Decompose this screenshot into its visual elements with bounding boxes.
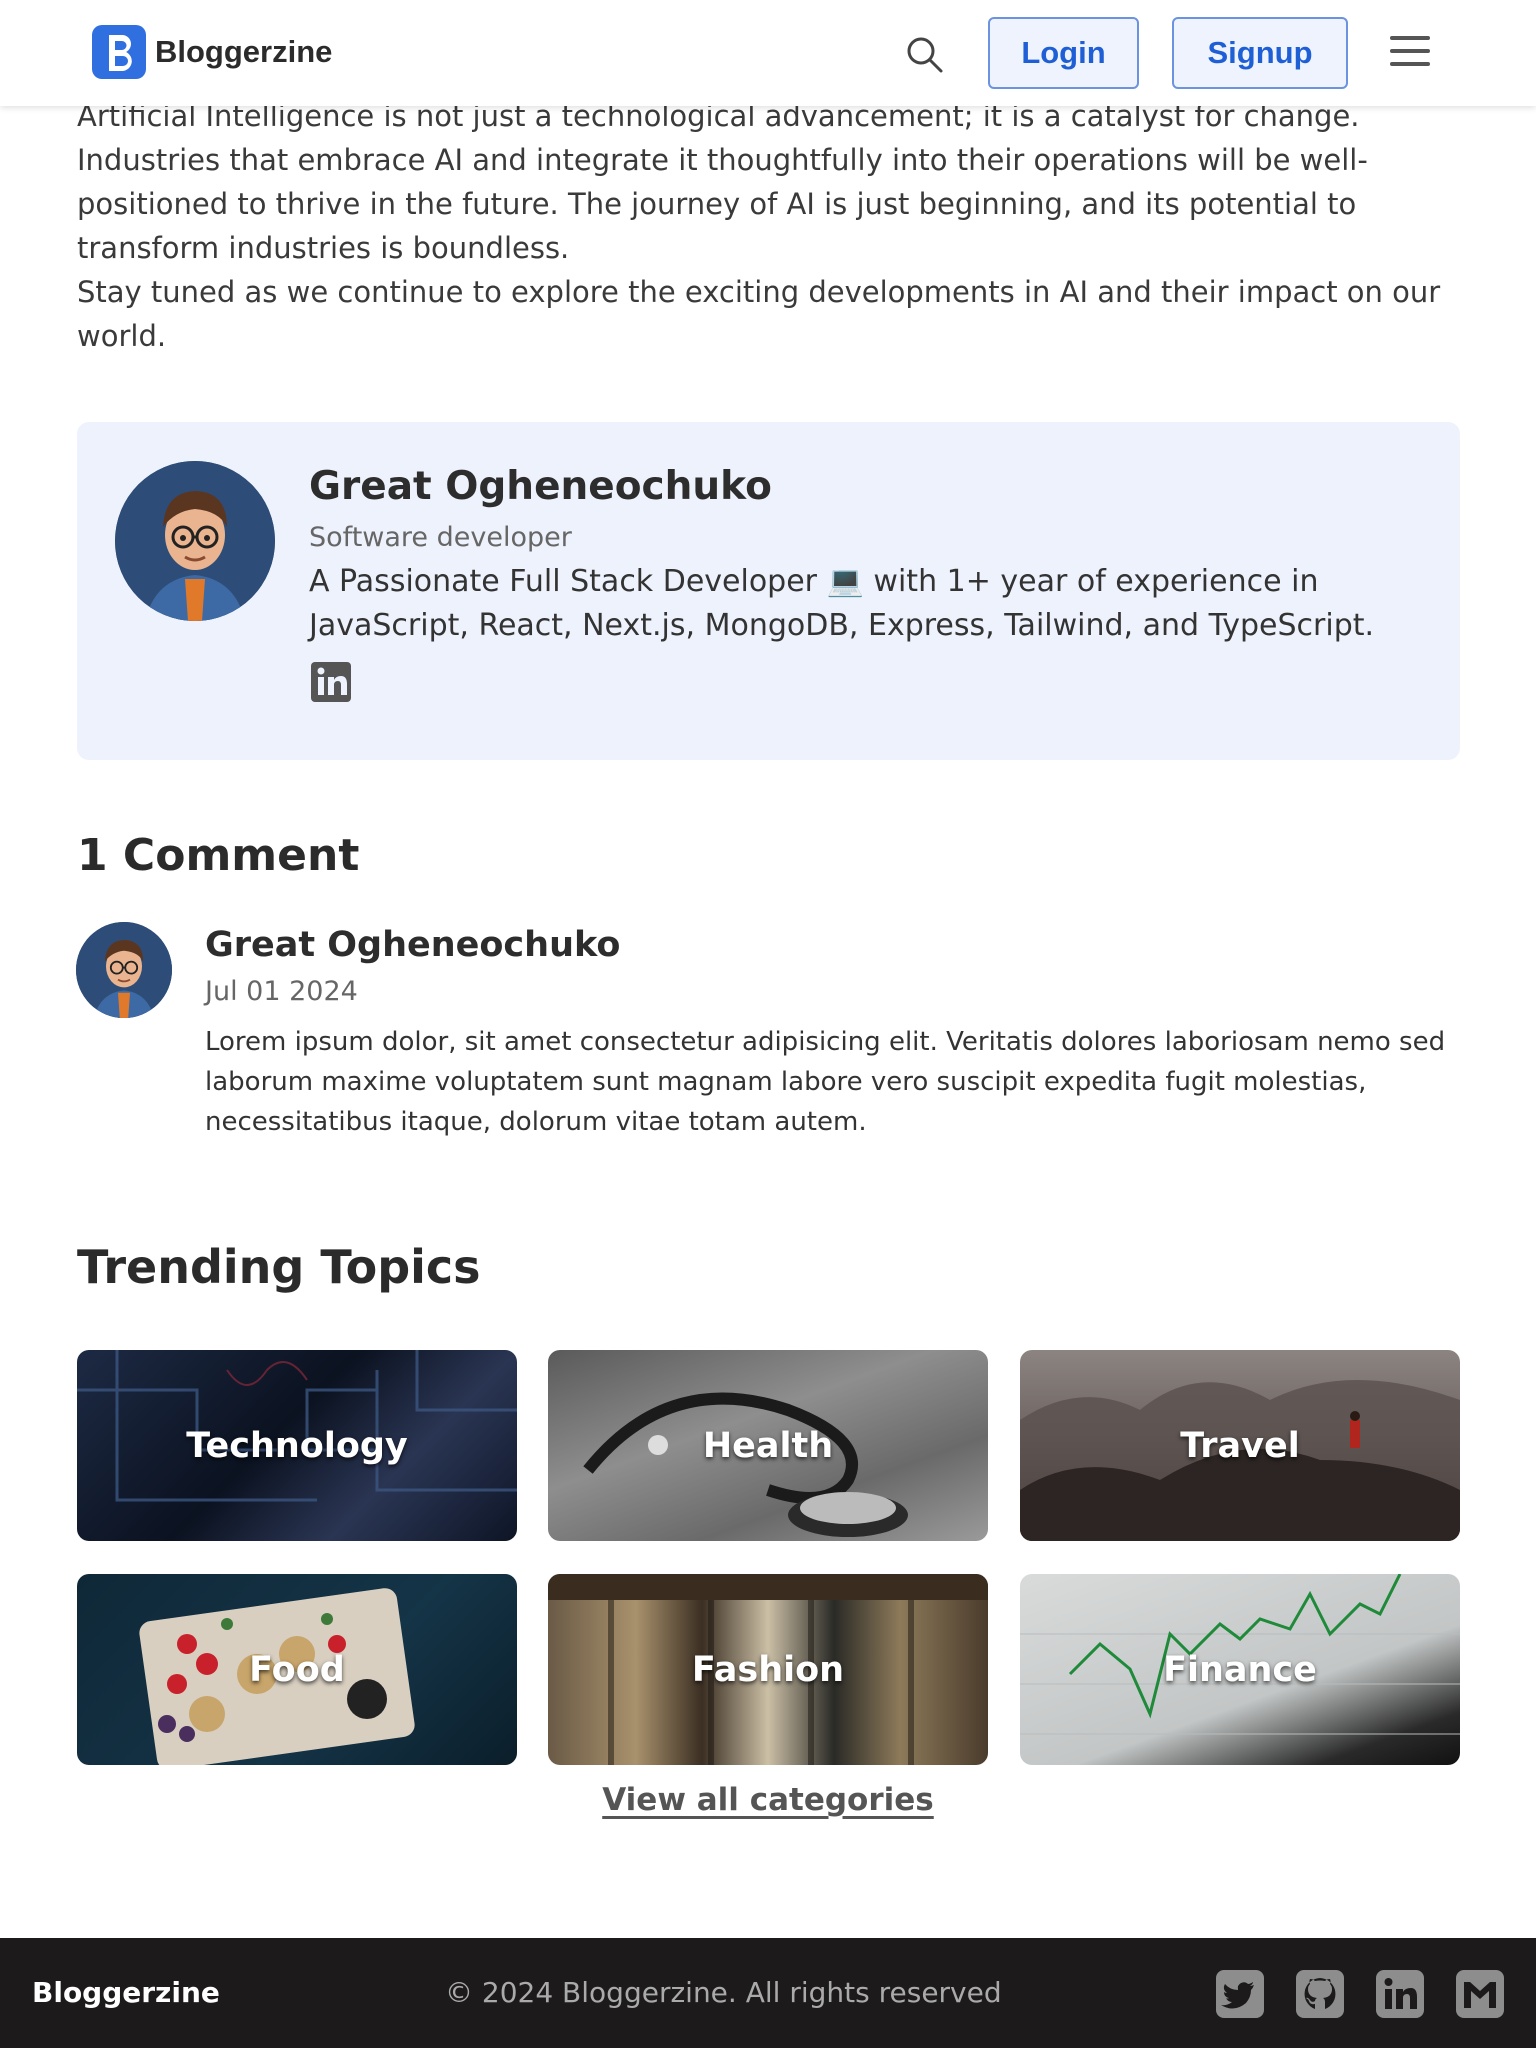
- topic-label: Fashion: [691, 1649, 845, 1690]
- topic-card-travel[interactable]: Travel: [1020, 1350, 1460, 1541]
- logo-b-icon: [92, 25, 146, 79]
- comment-text: Lorem ipsum dolor, sit amet consectetur …: [205, 1027, 1446, 1137]
- trending-title: Trending Topics: [77, 1240, 481, 1294]
- comments-title: 1 Comment: [77, 830, 360, 881]
- topic-label: Finance: [1163, 1649, 1317, 1690]
- github-icon[interactable]: [1296, 1970, 1344, 2018]
- author-card: Great Ogheneochuko Software developer A …: [77, 422, 1460, 760]
- comment-date: Jul 01 2024: [205, 976, 358, 1007]
- linkedin-icon[interactable]: [1376, 1970, 1424, 2018]
- site-header: Bloggerzine Login Signup: [0, 0, 1536, 106]
- topic-label: Food: [249, 1649, 345, 1690]
- hamburger-menu-icon[interactable]: [1390, 36, 1430, 70]
- article-paragraph: Artificial Intelligence is not just a te…: [77, 99, 1368, 265]
- login-button[interactable]: Login: [988, 17, 1139, 89]
- twitter-icon[interactable]: [1216, 1970, 1264, 2018]
- avatar: [115, 461, 275, 621]
- article-paragraph: Stay tuned as we continue to explore the…: [77, 275, 1441, 353]
- topic-label: Health: [702, 1425, 834, 1466]
- author-role: Software developer: [309, 522, 572, 553]
- signup-button[interactable]: Signup: [1172, 17, 1348, 89]
- author-name: Great Ogheneochuko: [309, 464, 772, 509]
- topic-card-finance[interactable]: Finance: [1020, 1574, 1460, 1765]
- topic-card-health[interactable]: Health: [548, 1350, 988, 1541]
- footer-copyright: © 2024 Bloggerzine. All rights reserved: [445, 1976, 1002, 2009]
- topic-label: Technology: [186, 1425, 408, 1466]
- view-all-categories-container: View all categories: [0, 1782, 1536, 1818]
- view-all-categories-link[interactable]: View all categories: [602, 1782, 934, 1818]
- avatar: [76, 922, 172, 1018]
- topic-label: Travel: [1180, 1425, 1300, 1466]
- comment-author: Great Ogheneochuko: [205, 925, 621, 965]
- article-body: Artificial Intelligence is not just a te…: [77, 94, 1457, 358]
- site-footer: Bloggerzine © 2024 Bloggerzine. All righ…: [0, 1938, 1536, 2048]
- brand-name: Bloggerzine: [155, 34, 333, 69]
- linkedin-icon[interactable]: [311, 662, 351, 702]
- topic-card-technology[interactable]: Technology: [77, 1350, 517, 1541]
- topic-card-food[interactable]: Food: [77, 1574, 517, 1765]
- brand-logo[interactable]: Bloggerzine: [92, 25, 332, 79]
- author-bio: A Passionate Full Stack Developer 💻 with…: [309, 564, 1375, 643]
- search-icon[interactable]: [904, 34, 946, 76]
- topic-card-fashion[interactable]: Fashion: [548, 1574, 988, 1765]
- footer-brand[interactable]: Bloggerzine: [32, 1976, 220, 2009]
- gmail-icon[interactable]: [1456, 1970, 1504, 2018]
